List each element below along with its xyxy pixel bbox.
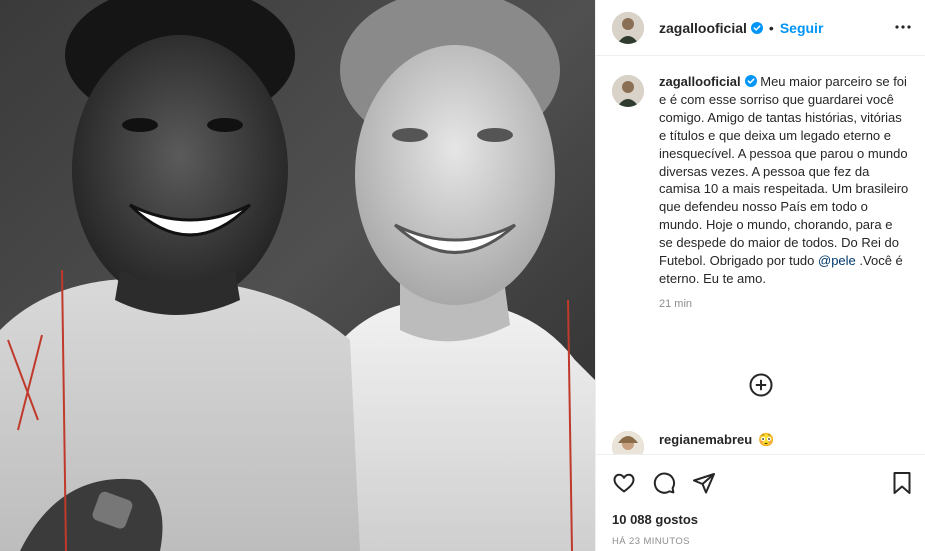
verified-badge-icon [750,21,763,34]
post-sidebar: zagallooficial • Seguir zagallooficial M… [595,0,925,551]
comment-item: regianemabreu 😳 [612,431,774,454]
comment-emoji: 😳 [758,432,775,447]
load-more-icon[interactable] [749,373,773,402]
caption-username[interactable]: zagallooficial [659,74,741,89]
post-actions: 10 088 gostos HÁ 23 MINUTOS [596,454,925,551]
caption-avatar[interactable] [612,75,644,107]
more-options-icon[interactable] [894,18,912,41]
caption-text: zagallooficial Meu maior parceiro se foi… [659,73,909,288]
post-photo[interactable] [0,0,595,551]
bookmark-icon[interactable] [892,471,912,495]
caption-time[interactable]: 21 min [659,298,909,310]
comment-avatar-image [612,431,644,454]
separator-dot: • [768,19,774,36]
heart-icon[interactable] [612,471,636,495]
caption-body: zagallooficial Meu maior parceiro se foi… [659,73,909,310]
caption-verified-badge-icon [744,75,757,87]
comment-icon[interactable] [652,471,676,495]
post-photo-image [0,0,595,551]
caption-avatar-image [612,75,644,107]
post-date[interactable]: HÁ 23 MINUTOS [612,536,690,547]
caption-text-part1: Meu maior parceiro se foi e é com esse s… [659,74,909,269]
post-header: zagallooficial • Seguir [596,0,925,56]
likes-count[interactable]: 10 088 gostos [612,512,698,527]
comment-username[interactable]: regianemabreu [659,432,752,454]
avatar-image [612,11,644,44]
avatar[interactable] [612,11,644,44]
comments-area[interactable]: zagallooficial Meu maior parceiro se foi… [596,57,925,454]
share-icon[interactable] [692,471,716,495]
follow-button[interactable]: Seguir [780,20,824,36]
comment-avatar[interactable] [612,431,644,454]
caption: zagallooficial Meu maior parceiro se foi… [612,73,912,310]
post-username[interactable]: zagallooficial [659,20,747,36]
caption-mention-link[interactable]: @pele [818,253,856,268]
